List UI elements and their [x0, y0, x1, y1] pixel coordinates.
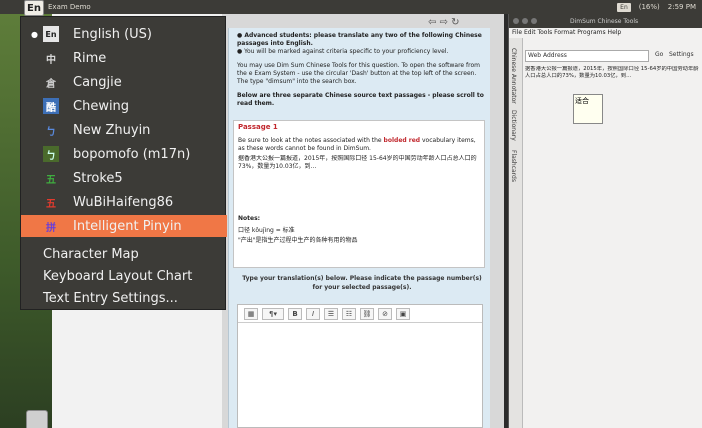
popup-word: 适合: [575, 97, 589, 105]
menu-item-wubi[interactable]: 五 WuBiHaifeng86: [21, 191, 227, 213]
menu-item-label: WuBiHaifeng86: [73, 194, 174, 210]
menu-item-label: Cangjie: [73, 74, 122, 90]
menu-item-chewing[interactable]: 酷 Chewing: [21, 95, 227, 117]
web-address-input[interactable]: Web Address: [525, 50, 649, 62]
format-dropdown-icon[interactable]: ¶▾: [262, 307, 284, 320]
stroke5-icon: 五: [46, 174, 56, 186]
exam-page: ● Advanced students: please translate an…: [228, 28, 490, 428]
menu-item-label: Stroke5: [73, 170, 123, 186]
dimsum-title: DimSum Chinese Tools: [570, 17, 639, 25]
keyboard-indicator-button[interactable]: En: [24, 0, 44, 16]
menu-item-english-us[interactable]: ● En English (US): [21, 23, 227, 45]
menu-item-label: Keyboard Layout Chart: [43, 268, 193, 284]
passage-box: Passage 1 Be sure to look at the notes a…: [233, 120, 485, 268]
radio-check-icon: ●: [31, 29, 38, 39]
numbered-list-icon[interactable]: ☷: [342, 307, 356, 320]
chewing-icon: 酷: [43, 98, 59, 114]
trash-icon[interactable]: [26, 410, 48, 428]
input-method-badge[interactable]: En: [617, 2, 631, 12]
notes-title: Notes:: [238, 215, 261, 222]
english-layout-icon: En: [43, 26, 59, 42]
table-icon[interactable]: ▦: [244, 307, 258, 320]
menu-item-label: Chewing: [73, 98, 130, 114]
tab-flashcards[interactable]: Flashcards: [510, 150, 517, 182]
intro-passages: Below are three separate Chinese source …: [237, 92, 484, 107]
passage-note: Be sure to look at the notes associated …: [238, 137, 480, 153]
clock[interactable]: 2:59 PM: [668, 3, 696, 11]
unlink-icon[interactable]: ⊘: [378, 307, 392, 320]
menu-item-stroke5[interactable]: 五 Stroke5: [21, 167, 227, 189]
intro-advanced: ● Advanced students: please translate an…: [237, 32, 482, 47]
menu-item-label: Character Map: [43, 246, 139, 262]
dimsum-menubar[interactable]: File Edit Tools Format Programs Help: [509, 28, 702, 38]
bullet-list-icon[interactable]: ☰: [324, 307, 338, 320]
go-button[interactable]: Go: [655, 51, 663, 58]
input-method-menu: ● En English (US) 中 Rime 倉 Cangjie 酷 Che…: [20, 16, 227, 310]
menu-item-cangjie[interactable]: 倉 Cangjie: [21, 71, 227, 93]
menu-item-label: bopomofo (m17n): [73, 146, 191, 162]
dimsum-titlebar: DimSum Chinese Tools: [509, 14, 702, 28]
battery-indicator[interactable]: (16%): [639, 3, 660, 11]
menu-item-label: Intelligent Pinyin: [73, 218, 182, 234]
menu-item-label: Rime: [73, 50, 107, 66]
intro-dimsum: You may use Dim Sum Chinese Tools for th…: [237, 62, 480, 85]
system-tray: En (16%) 2:59 PM: [617, 1, 696, 13]
close-icon[interactable]: [513, 18, 519, 24]
minimize-icon[interactable]: [522, 18, 528, 24]
passage-title: Passage 1: [238, 123, 278, 131]
bopomofo-icon: ㄅ: [43, 146, 59, 162]
tab-chinese-annotator[interactable]: Chinese Annotator: [510, 48, 517, 104]
reload-icon[interactable]: ⇦ ⇨ ↻: [428, 17, 460, 28]
dimsum-side-tabs: Chinese Annotator Dictionary Flashcards: [509, 38, 523, 428]
note-item: 口径 kǒujìng = 标准: [238, 227, 295, 234]
menu-item-rime[interactable]: 中 Rime: [21, 47, 227, 69]
menu-item-new-zhuyin[interactable]: ㄅ New Zhuyin: [21, 119, 227, 141]
dimsum-url-bar: Web Address Go Settings: [525, 50, 701, 62]
passage-note-red: bolded red: [383, 137, 421, 144]
italic-icon[interactable]: I: [306, 307, 320, 320]
menu-item-keyboard-layout-chart[interactable]: Keyboard Layout Chart: [21, 265, 227, 287]
window-title: Exam Demo: [48, 3, 91, 11]
menu-item-label: New Zhuyin: [73, 122, 151, 138]
menu-item-character-map[interactable]: Character Map: [21, 243, 227, 265]
passage-note-pre: Be sure to look at the notes associated …: [238, 137, 384, 144]
link-icon[interactable]: ⛓: [360, 307, 374, 320]
intro-marking: ● You will be marked against criteria sp…: [237, 48, 449, 55]
cangjie-icon: 倉: [46, 78, 56, 90]
intelligent-pinyin-icon: 拼: [46, 222, 56, 234]
maximize-icon[interactable]: [531, 18, 537, 24]
note-item: "产出"是指生产过程中生产的各种有用的物品: [238, 237, 358, 244]
image-icon[interactable]: ▣: [396, 307, 410, 320]
editor-toolbar: ▦ ¶▾ B I ☰ ☷ ⛓ ⊘ ▣: [238, 305, 482, 323]
settings-button[interactable]: Settings: [669, 51, 694, 58]
rime-icon: 中: [46, 54, 56, 66]
editor-body[interactable]: [238, 323, 482, 427]
dimsum-window: DimSum Chinese Tools File Edit Tools For…: [508, 14, 702, 428]
menu-item-text-entry-settings[interactable]: Text Entry Settings...: [21, 287, 227, 309]
menu-item-intelligent-pinyin[interactable]: 拼 Intelligent Pinyin: [21, 215, 227, 237]
menu-item-bopomofo[interactable]: ㄅ bopomofo (m17n): [21, 143, 227, 165]
bold-icon[interactable]: B: [288, 307, 302, 320]
translation-instruction: Type your translation(s) below. Please i…: [242, 275, 482, 291]
menu-item-label: Text Entry Settings...: [43, 290, 178, 306]
annotator-content[interactable]: 据香港大公报一篇报道，2015年，按照国际口径 15-64岁的中国劳动年龄人口占…: [525, 66, 699, 126]
wubi-icon: 五: [46, 198, 56, 210]
menu-item-label: English (US): [73, 26, 152, 42]
translation-editor[interactable]: ▦ ¶▾ B I ☰ ☷ ⛓ ⊘ ▣: [237, 304, 483, 428]
new-zhuyin-icon: ㄅ: [46, 126, 56, 138]
tab-dictionary[interactable]: Dictionary: [510, 110, 517, 141]
passage-text: 据香港大公报一篇报道，2015年，按照国际口径 15-64岁的中国劳动年龄人口占…: [238, 155, 477, 170]
top-panel: Exam Demo En (16%) 2:59 PM: [0, 0, 702, 14]
annotation-popup: 适合: [573, 94, 603, 124]
